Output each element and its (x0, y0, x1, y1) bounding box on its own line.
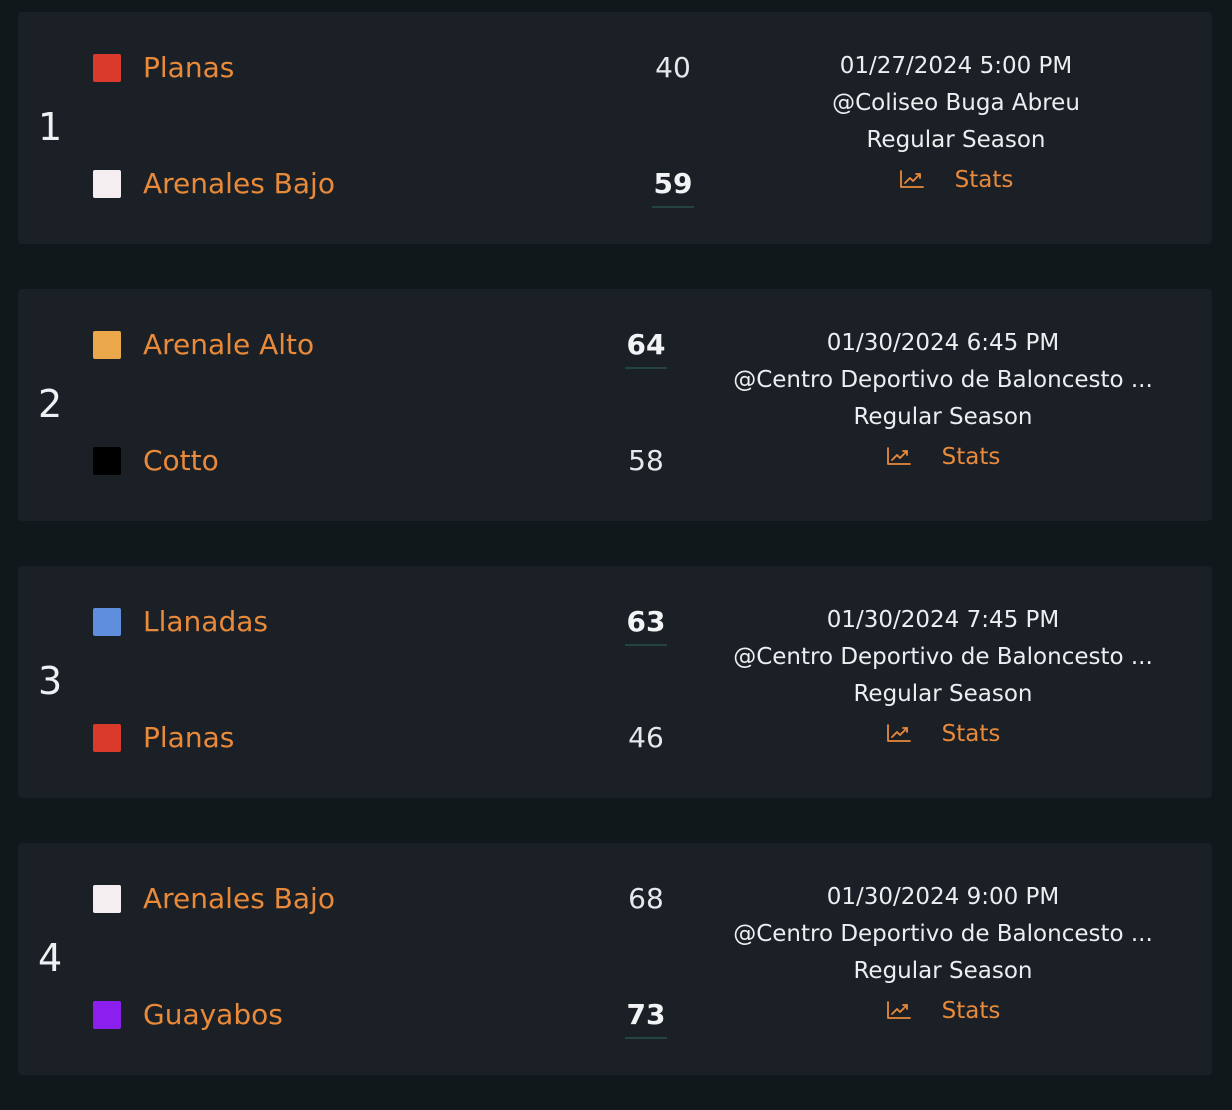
team-color-swatch (93, 447, 121, 475)
game-venue[interactable]: @Coliseo Buga Abreu (721, 85, 1191, 122)
games-list: 1 Planas 40 Arenales Bajo 59 01/27/2024 … (0, 0, 1232, 1110)
away-team-score: 73 (621, 995, 671, 1039)
away-team-score: 46 (628, 721, 664, 754)
game-info: 01/27/2024 5:00 PM @Coliseo Buga Abreu R… (721, 48, 1191, 199)
game-number: 3 (38, 659, 63, 703)
game-card: 3 Llanadas 63 Planas 46 01/30/2024 7:45 … (18, 566, 1212, 798)
game-datetime: 01/27/2024 5:00 PM (839, 53, 1073, 79)
away-team-name[interactable]: Guayabos (143, 995, 283, 1035)
stats-label: Stats (941, 721, 1001, 747)
game-season: Regular Season (853, 958, 1033, 984)
game-venue[interactable]: @Centro Deportivo de Baloncesto ... (708, 362, 1178, 399)
team-color-swatch (93, 1001, 121, 1029)
away-team-name[interactable]: Cotto (143, 441, 219, 481)
away-team-row: Planas 46 (93, 718, 693, 758)
game-venue[interactable]: @Centro Deportivo de Baloncesto ... (708, 916, 1178, 953)
home-team-name[interactable]: Arenale Alto (143, 325, 314, 365)
trending-chart-icon (899, 169, 924, 188)
home-team-row: Arenale Alto 64 (93, 325, 693, 369)
game-card: 2 Arenale Alto 64 Cotto 58 01/30/2024 6:… (18, 289, 1212, 521)
away-team-name[interactable]: Arenales Bajo (143, 164, 335, 204)
stats-label: Stats (954, 167, 1014, 193)
home-team-score: 40 (655, 51, 691, 84)
trending-chart-icon (886, 723, 911, 742)
game-number: 2 (38, 382, 63, 426)
game-datetime: 01/30/2024 6:45 PM (826, 330, 1060, 356)
away-team-row: Cotto 58 (93, 441, 693, 481)
stats-label: Stats (941, 998, 1001, 1024)
team-color-swatch (93, 170, 121, 198)
home-team-name[interactable]: Llanadas (143, 602, 268, 642)
trending-chart-icon (886, 446, 911, 465)
stats-link[interactable]: Stats (886, 996, 1001, 1026)
trending-chart-icon (886, 1000, 911, 1019)
game-info: 01/30/2024 7:45 PM @Centro Deportivo de … (708, 602, 1178, 753)
team-color-swatch (93, 608, 121, 636)
stats-link[interactable]: Stats (886, 442, 1001, 472)
home-team-score: 64 (621, 325, 671, 369)
game-number: 1 (38, 105, 63, 149)
away-team-score: 58 (628, 444, 664, 477)
home-team-row: Planas 40 (93, 48, 693, 88)
game-info: 01/30/2024 9:00 PM @Centro Deportivo de … (708, 879, 1178, 1030)
home-team-row: Llanadas 63 (93, 602, 693, 646)
home-team-name[interactable]: Arenales Bajo (143, 879, 335, 919)
away-team-score: 59 (648, 164, 698, 208)
game-datetime: 01/30/2024 7:45 PM (826, 607, 1060, 633)
game-card: 4 Arenales Bajo 68 Guayabos 73 01/30/202… (18, 843, 1212, 1075)
game-season: Regular Season (866, 127, 1046, 153)
game-info: 01/30/2024 6:45 PM @Centro Deportivo de … (708, 325, 1178, 476)
stats-label: Stats (941, 444, 1001, 470)
game-datetime: 01/30/2024 9:00 PM (826, 884, 1060, 910)
stats-link[interactable]: Stats (886, 719, 1001, 749)
game-season: Regular Season (853, 681, 1033, 707)
home-team-score: 63 (621, 602, 671, 646)
home-team-row: Arenales Bajo 68 (93, 879, 693, 919)
game-number: 4 (38, 936, 63, 980)
team-color-swatch (93, 331, 121, 359)
game-card: 1 Planas 40 Arenales Bajo 59 01/27/2024 … (18, 12, 1212, 244)
team-color-swatch (93, 54, 121, 82)
away-team-row: Arenales Bajo 59 (93, 164, 694, 208)
team-color-swatch (93, 885, 121, 913)
game-season: Regular Season (853, 404, 1033, 430)
stats-link[interactable]: Stats (899, 165, 1014, 195)
away-team-name[interactable]: Planas (143, 718, 234, 758)
team-color-swatch (93, 724, 121, 752)
game-venue[interactable]: @Centro Deportivo de Baloncesto ... (708, 639, 1178, 676)
home-team-score: 68 (628, 882, 664, 915)
home-team-name[interactable]: Planas (143, 48, 234, 88)
away-team-row: Guayabos 73 (93, 995, 693, 1039)
